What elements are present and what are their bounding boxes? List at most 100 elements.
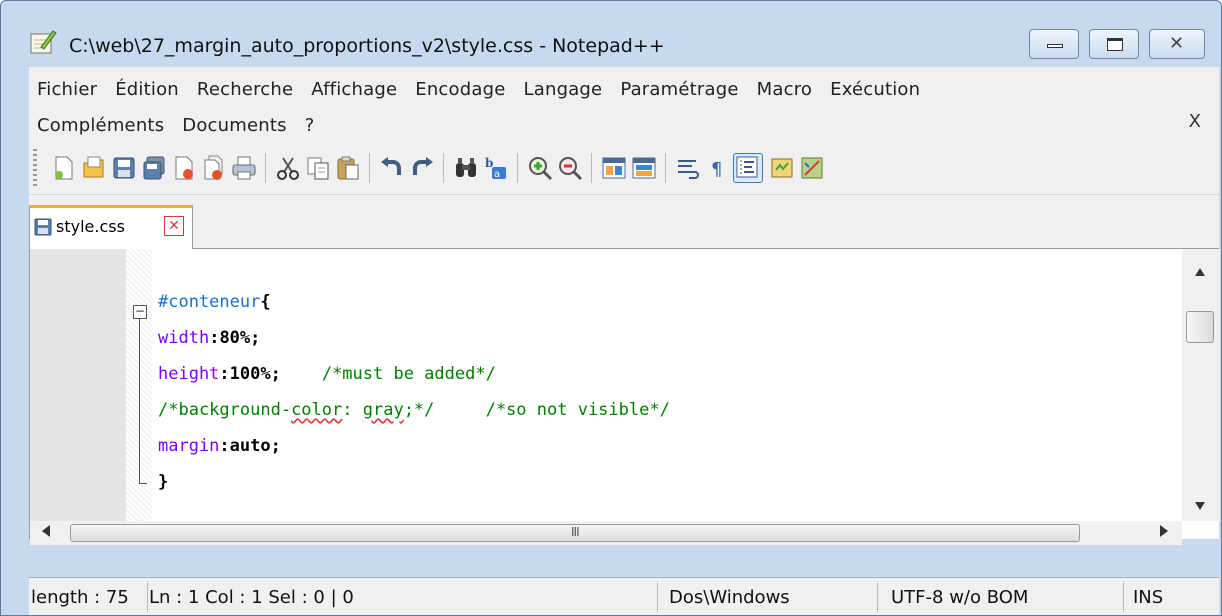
status-separator — [147, 582, 148, 612]
close-button[interactable]: ✕ — [1149, 29, 1205, 59]
menu-fichier[interactable]: Fichier — [29, 79, 105, 100]
brace: { — [260, 292, 271, 312]
css-selector: #conteneur — [158, 292, 261, 312]
menu-bar: Fichier Édition Recherche Affichage Enco… — [29, 67, 1219, 143]
maximize-button[interactable] — [1089, 29, 1139, 59]
css-value: 100% — [229, 364, 271, 384]
paste-icon[interactable] — [335, 155, 361, 181]
sync-vertical-icon[interactable] — [601, 155, 627, 181]
css-comment: /*so not visible*/ — [485, 400, 670, 420]
scroll-grip: III — [571, 525, 580, 539]
horizontal-scroll-thumb[interactable]: III — [70, 524, 1080, 542]
minimize-icon — [1047, 44, 1063, 48]
status-separator — [657, 582, 658, 612]
close-icon[interactable] — [171, 155, 197, 181]
macro-record-icon[interactable] — [769, 155, 795, 181]
scroll-down-icon[interactable] — [1195, 495, 1205, 515]
css-property: width — [158, 328, 210, 348]
menu-langage[interactable]: Langage — [516, 79, 611, 100]
svg-text:b: b — [485, 156, 493, 170]
zoom-out-icon[interactable] — [557, 155, 583, 181]
code-line: 13 } — [152, 465, 1182, 501]
replace-icon[interactable]: ba — [483, 155, 509, 181]
scroll-left-icon[interactable] — [42, 525, 50, 540]
word-wrap-icon[interactable] — [675, 155, 701, 181]
open-file-icon[interactable] — [81, 155, 107, 181]
menu-row-1: Fichier Édition Recherche Affichage Enco… — [29, 71, 930, 107]
css-comment-part: /*background- — [158, 400, 292, 420]
tab-close-icon[interactable]: ✕ — [164, 216, 184, 236]
fold-guide — [139, 319, 140, 483]
semicolon: ; — [270, 436, 281, 456]
menu-execution[interactable]: Exécution — [822, 79, 928, 100]
svg-text:¶: ¶ — [711, 159, 722, 180]
toolbar-separator — [517, 153, 518, 183]
code-line: 11 /*background-color: gray;*/ /*so not … — [152, 393, 1182, 429]
menu-affichage[interactable]: Affichage — [303, 79, 405, 100]
saved-file-icon — [34, 218, 52, 236]
macro-play-icon[interactable] — [799, 155, 825, 181]
menu-encodage[interactable]: Encodage — [407, 79, 513, 100]
css-property: height — [158, 364, 220, 384]
find-icon[interactable] — [453, 155, 479, 181]
colon: : — [219, 436, 230, 456]
line-text: /*background-color: gray;*/ /*so not vis… — [158, 400, 670, 420]
maximize-icon — [1107, 38, 1123, 51]
window-title: C:\web\27_margin_auto_proportions_v2\sty… — [69, 35, 665, 57]
close-document-button[interactable]: X — [1189, 111, 1201, 132]
line-number-gutter — [30, 249, 126, 539]
brace: } — [158, 472, 169, 492]
css-property: margin — [158, 436, 220, 456]
zoom-in-icon[interactable] — [527, 155, 553, 181]
title-bar[interactable]: C:\web\27_margin_auto_proportions_v2\sty… — [7, 7, 1215, 67]
status-separator — [1123, 582, 1124, 612]
menu-edition[interactable]: Édition — [107, 79, 187, 100]
redo-icon[interactable] — [409, 155, 435, 181]
line-text: width:80%; — [158, 328, 260, 348]
status-separator — [877, 582, 878, 612]
semicolon: ; — [270, 364, 281, 384]
spellcheck-word: gray — [362, 400, 404, 420]
menu-help[interactable]: ? — [297, 115, 323, 136]
close-icon: ✕ — [1169, 33, 1185, 54]
menu-macro[interactable]: Macro — [749, 79, 820, 100]
colon: : — [219, 364, 230, 384]
copy-icon[interactable] — [305, 155, 331, 181]
code-area[interactable]: 7 8 #conteneur{ 9 width:80%; 10 height:1… — [152, 249, 1182, 521]
print-icon[interactable] — [231, 155, 257, 181]
tab-label: style.css — [56, 217, 125, 236]
scroll-right-icon[interactable] — [1160, 525, 1168, 540]
code-line: 10 height:100%; /*must be added*/ — [152, 357, 1182, 393]
horizontal-scrollbar[interactable]: III — [30, 521, 1182, 545]
css-comment-part: ;*/ — [403, 400, 435, 420]
fold-collapse-icon[interactable]: − — [133, 305, 147, 319]
menu-recherche[interactable]: Recherche — [189, 79, 301, 100]
toolbar-grip[interactable] — [33, 149, 37, 189]
new-file-icon[interactable] — [51, 155, 77, 181]
close-all-icon[interactable] — [201, 155, 227, 181]
menu-complements[interactable]: Compléments — [29, 115, 172, 136]
show-all-chars-icon[interactable]: ¶ — [705, 155, 731, 181]
minimize-button[interactable] — [1029, 29, 1079, 59]
code-line: 7 — [152, 249, 1182, 285]
sync-horizontal-icon[interactable] — [631, 155, 657, 181]
notepadpp-app-icon — [29, 29, 57, 55]
menu-documents[interactable]: Documents — [174, 115, 294, 136]
save-all-icon[interactable] — [141, 155, 167, 181]
tab-style-css[interactable]: style.css ✕ — [29, 205, 193, 249]
indent-guide-icon[interactable] — [733, 153, 763, 183]
status-eol: Dos\Windows — [669, 587, 790, 608]
vertical-scrollbar[interactable] — [1182, 249, 1220, 521]
code-line: 12 margin:auto; — [152, 429, 1182, 465]
cut-icon[interactable] — [275, 155, 301, 181]
line-text: margin:auto; — [158, 436, 281, 456]
menu-parametrage[interactable]: Paramétrage — [612, 79, 746, 100]
save-icon[interactable] — [111, 155, 137, 181]
undo-icon[interactable] — [379, 155, 405, 181]
line-text: } — [158, 472, 168, 492]
scroll-up-icon[interactable] — [1195, 261, 1205, 281]
editor-pane: − 7 8 #conteneur{ 9 width:80%; 10 height… — [29, 249, 1220, 545]
notepadpp-window: C:\web\27_margin_auto_proportions_v2\sty… — [0, 0, 1222, 616]
vertical-scroll-thumb[interactable] — [1186, 311, 1214, 343]
tab-bar: style.css ✕ — [29, 195, 1219, 249]
